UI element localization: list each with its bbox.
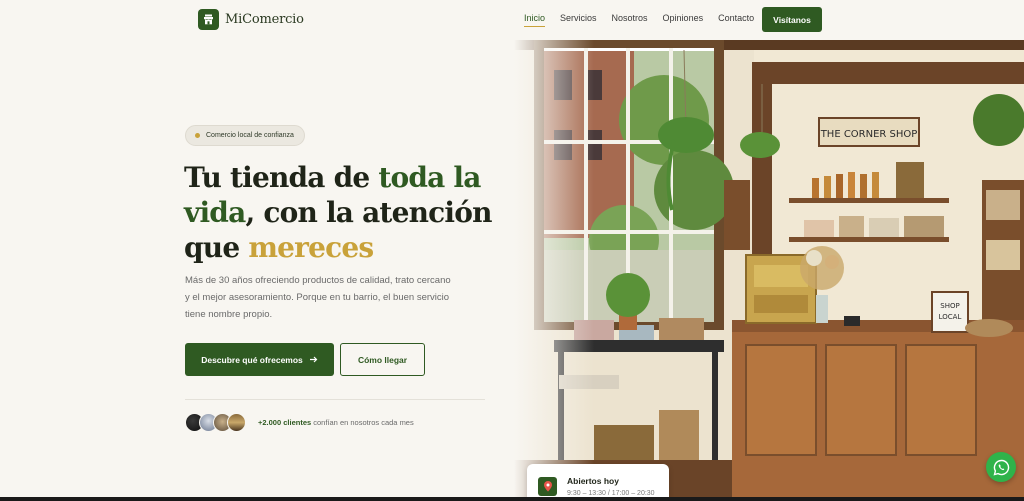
nav-item-servicios[interactable]: Servicios	[560, 13, 597, 23]
arrow-right-icon	[309, 356, 318, 363]
image-fade-overlay	[514, 40, 594, 501]
shop-sign-text: THE CORNER SHOP	[820, 129, 918, 140]
headline-highlight-gold: mereces	[248, 231, 374, 264]
brand-logo[interactable]: MiComercio	[198, 9, 304, 30]
map-pin-icon	[538, 477, 557, 496]
discover-button[interactable]: Descubre qué ofrecemos	[185, 343, 334, 376]
nav-item-opiniones[interactable]: Opiniones	[663, 13, 704, 23]
visit-button[interactable]: Visítanos	[762, 7, 822, 32]
social-proof-text: confían en nosotros cada mes	[311, 418, 414, 427]
headline-part1: Tu tienda de	[184, 161, 379, 194]
hero-headline: Tu tienda de toda la vida, con la atenci…	[184, 160, 504, 265]
hours-time: 9:30 – 13:30 / 17:00 – 20:30	[567, 490, 655, 497]
divider	[185, 399, 485, 400]
customer-avatars	[185, 413, 246, 432]
social-proof-count: +2.000 clientes	[258, 418, 312, 427]
badge-label: Comercio local de confianza	[206, 132, 294, 139]
shop-local-sign-line1: SHOP	[940, 302, 959, 310]
social-proof: +2.000 clientes confían en nosotros cada…	[258, 418, 414, 427]
hours-title: Abiertos hoy	[567, 476, 619, 486]
badge-dot	[195, 133, 200, 138]
nav-item-nosotros[interactable]: Nosotros	[612, 13, 648, 23]
avatar	[227, 413, 246, 432]
main-nav: Inicio Servicios Nosotros Opiniones Cont…	[524, 13, 769, 27]
whatsapp-button[interactable]	[986, 452, 1016, 482]
site-header: MiComercio Inicio Servicios Nosotros Opi…	[0, 0, 1024, 40]
nav-item-inicio[interactable]: Inicio	[524, 13, 546, 27]
nav-item-contacto[interactable]: Contacto	[718, 13, 754, 23]
brand-name: MiComercio	[225, 12, 304, 27]
discover-button-label: Descubre qué ofrecemos	[201, 354, 303, 365]
store-icon	[198, 9, 219, 30]
trust-badge: Comercio local de confianza	[185, 125, 305, 146]
hero-description: Más de 30 años ofreciendo productos de c…	[185, 275, 451, 320]
directions-button[interactable]: Cómo llegar	[340, 343, 425, 376]
hours-card: Abiertos hoy 9:30 – 13:30 / 17:00 – 20:3…	[527, 464, 669, 501]
window-bottom-edge	[0, 497, 1024, 501]
shop-local-sign-line2: LOCAL	[939, 313, 962, 321]
whatsapp-icon	[993, 459, 1009, 475]
